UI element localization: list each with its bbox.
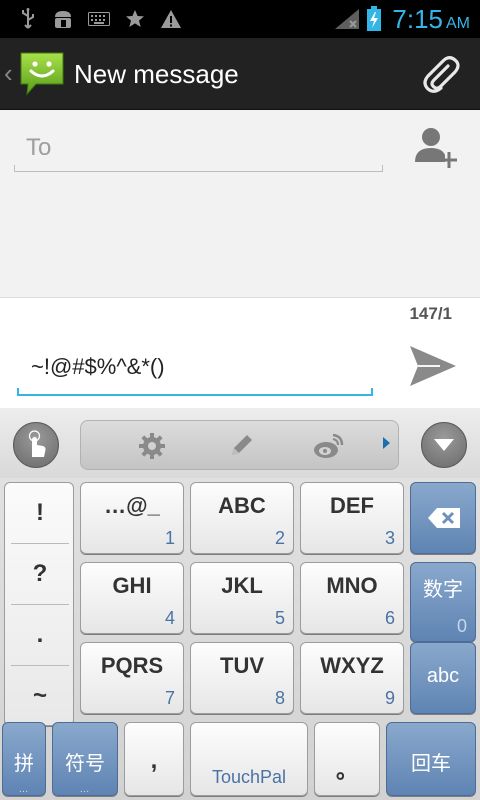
to-input[interactable]: [14, 128, 383, 168]
key-number: 5: [274, 608, 285, 628]
add-contact-icon[interactable]: [412, 124, 460, 172]
key-number: 3: [384, 528, 395, 548]
paperclip-icon[interactable]: [418, 52, 462, 96]
period-key[interactable]: 。: [314, 722, 380, 796]
symbol-key[interactable]: .: [5, 605, 75, 665]
numbers-key-label: 数字: [423, 579, 463, 601]
symbol-key[interactable]: !: [5, 483, 75, 543]
action-bar: ‹ New message: [0, 38, 480, 110]
keyboard-toolbar: [0, 408, 480, 478]
message-input[interactable]: ~!@#$%^&*(): [31, 354, 165, 380]
period-key-label: 。: [335, 758, 358, 783]
clock: 7:15 AM: [392, 4, 470, 39]
backspace-icon: [428, 508, 460, 528]
key-6[interactable]: MNO 6: [300, 562, 404, 634]
comma-key[interactable]: ,: [124, 722, 184, 796]
key-2[interactable]: ABC 2: [190, 482, 294, 554]
enter-key[interactable]: 回车: [386, 722, 476, 796]
strip-more-arrow-icon[interactable]: [383, 437, 390, 449]
abc-key[interactable]: abc: [410, 642, 476, 714]
star-icon: [124, 8, 146, 30]
pinyin-key-label: 拼: [14, 753, 34, 775]
pencil-icon[interactable]: [226, 431, 256, 461]
android-debug-icon: [50, 8, 76, 30]
more-indicator: …: [79, 784, 91, 795]
comma-key-label: ,: [150, 747, 158, 774]
key-number: 8: [274, 688, 285, 708]
weibo-icon[interactable]: [311, 431, 344, 461]
messaging-smiley-icon[interactable]: [18, 50, 66, 98]
no-signal-icon: [334, 8, 360, 30]
key-letters: WXYZ: [320, 653, 384, 678]
numbers-key[interactable]: 数字 0: [410, 562, 476, 642]
key-number: 9: [384, 688, 395, 708]
character-counter: 147/1: [409, 304, 452, 323]
key-number: 4: [164, 608, 175, 628]
space-key[interactable]: TouchPal: [190, 722, 308, 796]
usb-icon: [18, 8, 38, 30]
key-number: 0: [456, 616, 467, 636]
handwriting-hand-icon[interactable]: [13, 422, 59, 468]
key-number: 7: [164, 688, 175, 708]
key-letters: JKL: [221, 573, 263, 598]
key-5[interactable]: JKL 5: [190, 562, 294, 634]
key-number: 6: [384, 608, 395, 628]
key-4[interactable]: GHI 4: [80, 562, 184, 634]
key-number: 1: [164, 528, 175, 548]
status-bar: 7:15 AM: [0, 0, 480, 38]
warning-icon: [160, 8, 182, 30]
ime-keyboard: ! ? . ~ …@_ 1 ABC 2 DEF 3 GHI 4 JKL 5 MN…: [0, 408, 480, 800]
key-letters: …@_: [104, 493, 160, 518]
compose-area: 147/1 ~!@#$%^&*(): [0, 297, 480, 408]
key-3[interactable]: DEF 3: [300, 482, 404, 554]
settings-gear-icon[interactable]: [137, 431, 167, 461]
recipients-area: [0, 110, 480, 297]
abc-key-label: abc: [426, 665, 460, 687]
key-1[interactable]: …@_ 1: [80, 482, 184, 554]
symbol-key[interactable]: ?: [5, 544, 75, 604]
keyboard-icon: [88, 8, 110, 30]
key-letters: DEF: [330, 493, 374, 518]
symbol-key[interactable]: ~: [5, 666, 75, 726]
key-letters: GHI: [112, 573, 152, 598]
enter-key-label: 回车: [411, 753, 451, 775]
key-8[interactable]: TUV 8: [190, 642, 294, 714]
key-number: 2: [274, 528, 285, 548]
chevron-left-icon[interactable]: ‹: [4, 60, 13, 86]
backspace-key[interactable]: [410, 482, 476, 554]
more-indicator: …: [18, 784, 30, 795]
symbols-key[interactable]: 符号 …: [52, 722, 118, 796]
send-icon[interactable]: [404, 342, 460, 390]
page-title: New message: [74, 59, 239, 89]
clock-ampm: AM: [446, 15, 470, 32]
to-field[interactable]: [14, 128, 383, 172]
key-letters: ABC: [218, 493, 266, 518]
chevron-down-icon[interactable]: [421, 422, 467, 468]
key-letters: PQRS: [100, 653, 164, 678]
key-letters: MNO: [326, 573, 378, 598]
symbol-column: ! ? . ~: [4, 482, 74, 726]
clock-time: 7:15: [392, 4, 443, 34]
pinyin-key[interactable]: 拼 …: [2, 722, 46, 796]
symbols-key-label: 符号: [65, 753, 105, 775]
key-letters: TUV: [220, 653, 264, 678]
key-9[interactable]: WXYZ 9: [300, 642, 404, 714]
space-key-label: TouchPal: [211, 767, 287, 787]
message-field[interactable]: ~!@#$%^&*(): [17, 344, 373, 396]
toolbar-strip: [80, 420, 399, 470]
battery-charging-icon: [366, 6, 382, 31]
key-7[interactable]: PQRS 7: [80, 642, 184, 714]
